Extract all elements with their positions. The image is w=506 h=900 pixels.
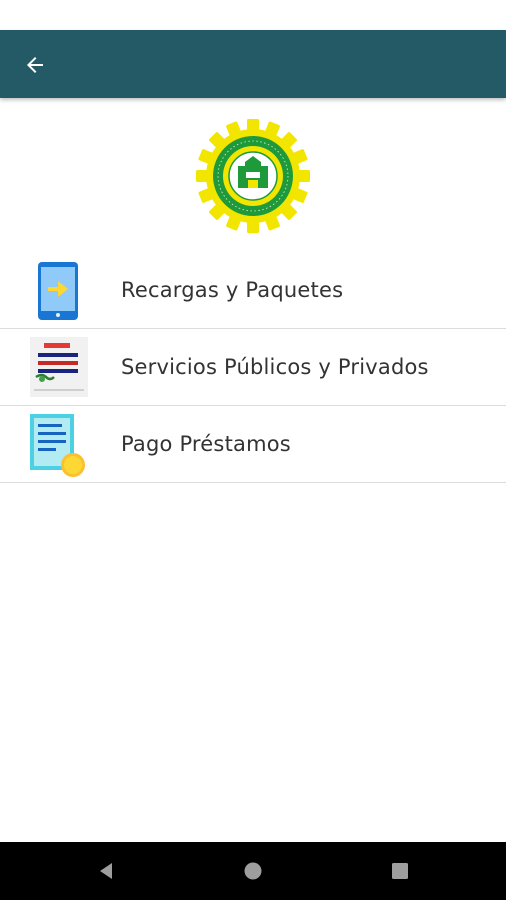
nav-home-button[interactable]: [223, 842, 283, 900]
menu-item-label: Recargas y Paquetes: [121, 278, 344, 302]
menu-item-label: Pago Préstamos: [121, 432, 291, 456]
menu-item-servicios[interactable]: Servicios Públicos y Privados: [0, 329, 506, 406]
menu-item-prestamos[interactable]: Pago Préstamos: [0, 406, 506, 483]
cooperative-logo: [195, 118, 311, 234]
cooperative-gear-logo: [196, 119, 310, 233]
recents-square-icon: [392, 863, 408, 879]
loan-payment-icon: [24, 410, 92, 478]
menu-item-label: Servicios Públicos y Privados: [121, 355, 429, 379]
menu-item-recargas[interactable]: Recargas y Paquetes: [0, 252, 506, 329]
screen: Recargas y Paquetes Servicios Públicos y…: [0, 0, 506, 900]
back-triangle-icon: [100, 863, 112, 879]
services-bill-icon: [24, 333, 92, 401]
phone-recharge-icon: [24, 256, 92, 324]
nav-back-button[interactable]: [76, 842, 136, 900]
app-bar: [0, 30, 506, 98]
back-button[interactable]: [16, 46, 54, 84]
status-bar: [0, 0, 506, 30]
home-circle-icon: [244, 862, 262, 880]
nav-recents-button[interactable]: [370, 842, 430, 900]
menu-list: Recargas y Paquetes Servicios Públicos y…: [0, 252, 506, 483]
system-nav-bar: [0, 842, 506, 900]
arrow-left-icon: [27, 57, 43, 73]
